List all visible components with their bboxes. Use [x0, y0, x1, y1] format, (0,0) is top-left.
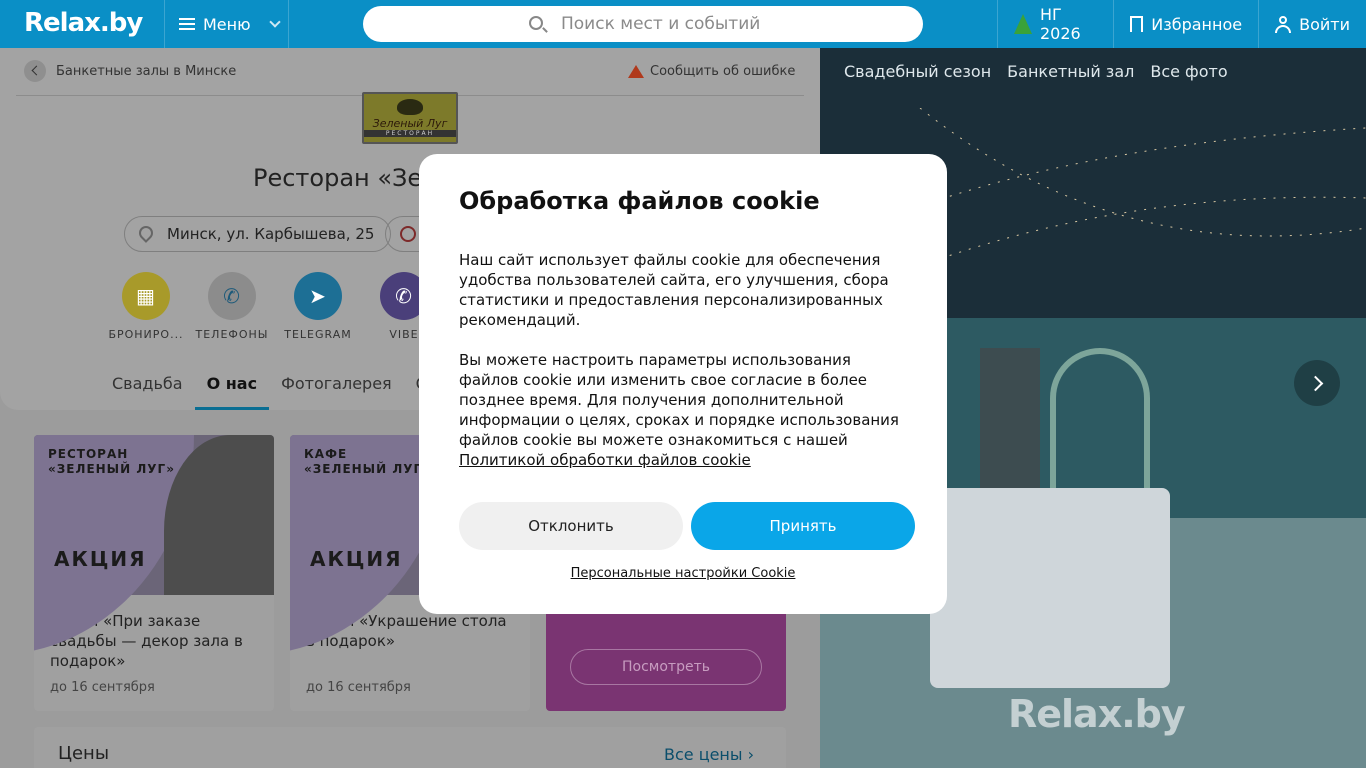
user-icon: [1275, 16, 1292, 33]
favorites-link[interactable]: Избранное: [1113, 0, 1258, 48]
new-year-label: НГ 2026: [1040, 5, 1081, 43]
login-label: Войти: [1299, 14, 1350, 34]
cookie-text-1: Наш сайт использует файлы cookie для обе…: [459, 251, 889, 329]
menu-label: Меню: [203, 14, 251, 34]
menu-button[interactable]: Меню: [164, 0, 289, 48]
search-icon: [529, 16, 543, 30]
search-input[interactable]: Поиск мест и событий: [363, 6, 923, 42]
cookie-modal: Обработка файлов cookie Наш сайт использ…: [419, 154, 947, 614]
search-placeholder: Поиск мест и событий: [561, 14, 761, 34]
chevron-down-icon: [268, 16, 281, 28]
accept-button[interactable]: Принять: [691, 502, 915, 550]
site-logo[interactable]: Relax.by: [24, 8, 143, 38]
decline-button[interactable]: Отклонить: [459, 502, 683, 550]
personal-cookie-settings-link[interactable]: Персональные настройки Cookie: [419, 566, 947, 581]
cookie-modal-title: Обработка файлов cookie: [459, 187, 820, 215]
cookie-policy-link[interactable]: Политикой обработки файлов cookie: [459, 451, 751, 469]
top-header: Relax.by Меню Поиск мест и событий НГ 20…: [0, 0, 1366, 48]
menu-icon: [179, 18, 195, 30]
christmas-tree-icon: [1014, 14, 1032, 34]
cookie-text-2: Вы можете настроить параметры использова…: [459, 351, 899, 469]
favorites-label: Избранное: [1151, 14, 1243, 34]
login-link[interactable]: Войти: [1258, 0, 1366, 48]
bookmark-icon: [1130, 16, 1144, 36]
new-year-link[interactable]: НГ 2026: [997, 0, 1113, 48]
